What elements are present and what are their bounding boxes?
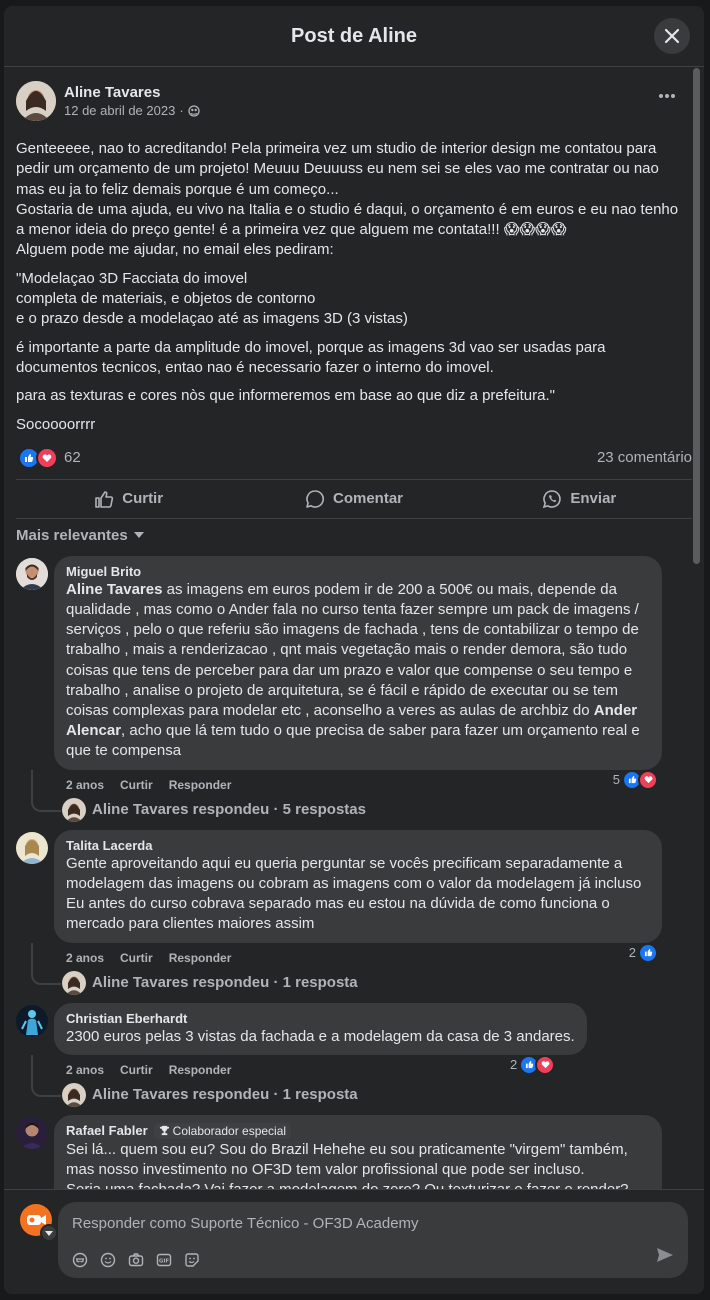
comment-meta: 2 anos Curtir Responder bbox=[54, 770, 662, 794]
love-reaction-icon bbox=[638, 769, 658, 790]
commenter-name[interactable]: Christian Eberhardt bbox=[66, 1011, 575, 1026]
like-label: Curtir bbox=[122, 490, 164, 508]
post-paragraph: é importante a parte da amplitude do imo… bbox=[16, 338, 606, 376]
sticker-icon[interactable] bbox=[184, 1252, 200, 1268]
send-icon bbox=[657, 1248, 673, 1262]
like-button[interactable]: Curtir bbox=[16, 489, 241, 509]
commenter-name[interactable]: Talita Lacerda bbox=[66, 838, 650, 853]
comment: Miguel Brito Aline Tavares as imagens em… bbox=[4, 555, 704, 794]
comment-reactions[interactable]: 5 bbox=[613, 769, 658, 790]
whatsapp-icon bbox=[543, 490, 562, 509]
comment-like-button[interactable]: Curtir bbox=[120, 951, 153, 967]
svg-text:GIF: GIF bbox=[159, 1259, 170, 1265]
camera-icon[interactable] bbox=[128, 1252, 144, 1268]
send-whatsapp-button[interactable]: Enviar bbox=[467, 489, 692, 509]
comment-text: Gente aproveitando aqui eu queria pergun… bbox=[66, 854, 642, 933]
more-horizontal-icon bbox=[659, 94, 675, 98]
avatar-sticker-icon[interactable] bbox=[72, 1252, 88, 1268]
emoji-icon[interactable] bbox=[100, 1252, 116, 1268]
comment-input[interactable] bbox=[70, 1214, 634, 1233]
post-paragraph: Socoooorrrr bbox=[16, 415, 96, 433]
comment-icon bbox=[306, 490, 324, 508]
post-options-button[interactable] bbox=[652, 86, 682, 106]
love-reaction-icon bbox=[36, 446, 58, 469]
comment-reply-button[interactable]: Responder bbox=[169, 778, 232, 794]
scrollbar-thumb[interactable] bbox=[693, 68, 700, 564]
comment-meta: 2 anos Curtir Responder bbox=[54, 1055, 587, 1079]
comment-time[interactable]: 2 anos bbox=[66, 1063, 104, 1079]
author-avatar[interactable] bbox=[16, 81, 56, 121]
comment-time[interactable]: 2 anos bbox=[66, 778, 104, 794]
comment-button[interactable]: Comentar bbox=[241, 489, 466, 509]
post-paragraph: para as texturas e cores nòs que informe… bbox=[16, 387, 555, 405]
comment-reply-button[interactable]: Responder bbox=[169, 1063, 232, 1079]
post-paragraph: Genteeeee, nao to acreditando! Pela prim… bbox=[16, 140, 679, 259]
comment-composer-area: GIF bbox=[4, 1189, 704, 1294]
reply-avatar bbox=[62, 797, 86, 822]
like-reaction-icon bbox=[638, 942, 658, 963]
post-reactions-summary: 62 23 comentário bbox=[4, 443, 704, 473]
thumbs-up-icon bbox=[95, 491, 114, 508]
modal-header: Post de Aline bbox=[4, 6, 704, 67]
commenter-avatar[interactable] bbox=[16, 1116, 48, 1149]
comment-like-button[interactable]: Curtir bbox=[120, 778, 153, 794]
love-reaction-icon bbox=[535, 1054, 556, 1075]
mention-link[interactable]: Aline Tavares bbox=[66, 581, 162, 598]
comment-meta: 2 anos Curtir Responder bbox=[54, 943, 662, 967]
comment-time[interactable]: 2 anos bbox=[66, 951, 104, 967]
comment-text: Aline Tavares as imagens em euros podem … bbox=[66, 580, 640, 760]
special-contributor-badge[interactable]: Colaborador especial bbox=[153, 1122, 292, 1139]
comment-label: Comentar bbox=[332, 490, 403, 508]
post-body: Genteeeee, nao to acreditando! Pela prim… bbox=[4, 139, 704, 435]
commenter-avatar[interactable] bbox=[16, 831, 48, 864]
caret-down-icon bbox=[133, 532, 144, 539]
comment-reactions[interactable]: 2 bbox=[629, 942, 658, 963]
view-replies-link[interactable]: Aline Tavares respondeu · 1 resposta bbox=[4, 1054, 704, 1107]
replies-label: Aline Tavares respondeu · 1 resposta bbox=[92, 974, 358, 991]
commenter-name[interactable]: Miguel Brito bbox=[66, 564, 650, 579]
post-header: Aline Tavares 12 de abril de 2023 · bbox=[4, 67, 704, 123]
account-switcher-icon[interactable] bbox=[40, 1224, 58, 1242]
commenter-name[interactable]: Rafael Fabler bbox=[66, 1123, 148, 1138]
comment-text: Sei lá... quem sou eu? Sou do Brazil Heh… bbox=[66, 1140, 629, 1190]
view-replies-link[interactable]: Aline Tavares respondeu · 1 resposta bbox=[4, 942, 704, 995]
replies-label: Aline Tavares respondeu · 5 respostas bbox=[92, 801, 366, 819]
trophy-icon bbox=[159, 1126, 169, 1136]
comment-input-box[interactable]: GIF bbox=[58, 1202, 688, 1278]
page-avatar[interactable] bbox=[20, 1204, 58, 1242]
comment-reactions[interactable]: 2 bbox=[510, 1054, 556, 1075]
post-scroll-area[interactable]: Aline Tavares 12 de abril de 2023 · Gent… bbox=[4, 67, 704, 1190]
reply-avatar bbox=[62, 1082, 86, 1107]
post-author-name[interactable]: Aline Tavares bbox=[64, 84, 200, 101]
send-label: Enviar bbox=[570, 490, 617, 508]
comment-text: 2300 euros pelas 3 vistas da fachada e a… bbox=[66, 1027, 575, 1045]
post-paragraph: "Modelaçao 3D Facciata do imovel complet… bbox=[16, 269, 408, 328]
post-actions-bar: Curtir Comentar Enviar bbox=[16, 478, 692, 519]
comment-sort-dropdown[interactable]: Mais relevantes bbox=[4, 521, 704, 550]
commenter-avatar[interactable] bbox=[16, 1004, 48, 1037]
comment: Talita Lacerda Gente aproveitando aqui e… bbox=[4, 829, 704, 967]
comment: Rafael Fabler Colaborador especial Sei l… bbox=[4, 1114, 704, 1190]
commenter-avatar[interactable] bbox=[16, 557, 48, 590]
send-comment-button[interactable] bbox=[656, 1247, 674, 1268]
friends-icon bbox=[188, 104, 200, 117]
post-modal: Post de Aline Aline Tavares 12 de abril … bbox=[4, 6, 704, 1294]
close-icon bbox=[664, 28, 680, 44]
sort-label: Mais relevantes bbox=[16, 526, 128, 544]
post-date[interactable]: 12 de abril de 2023 bbox=[64, 103, 175, 118]
close-button[interactable] bbox=[654, 18, 690, 54]
comment-count[interactable]: 23 comentário bbox=[597, 449, 692, 466]
gif-icon[interactable]: GIF bbox=[156, 1252, 172, 1268]
reaction-count: 62 bbox=[64, 449, 81, 467]
view-replies-link[interactable]: Aline Tavares respondeu · 5 respostas bbox=[4, 769, 704, 822]
comment-reply-button[interactable]: Responder bbox=[169, 951, 232, 967]
modal-title: Post de Aline bbox=[291, 24, 417, 47]
comment: Christian Eberhardt 2300 euros pelas 3 v… bbox=[4, 1002, 704, 1079]
replies-label: Aline Tavares respondeu · 1 resposta bbox=[92, 1086, 358, 1104]
comment-like-button[interactable]: Curtir bbox=[120, 1063, 153, 1079]
reaction-count-button[interactable]: 62 bbox=[18, 446, 81, 469]
reply-avatar bbox=[62, 970, 86, 995]
